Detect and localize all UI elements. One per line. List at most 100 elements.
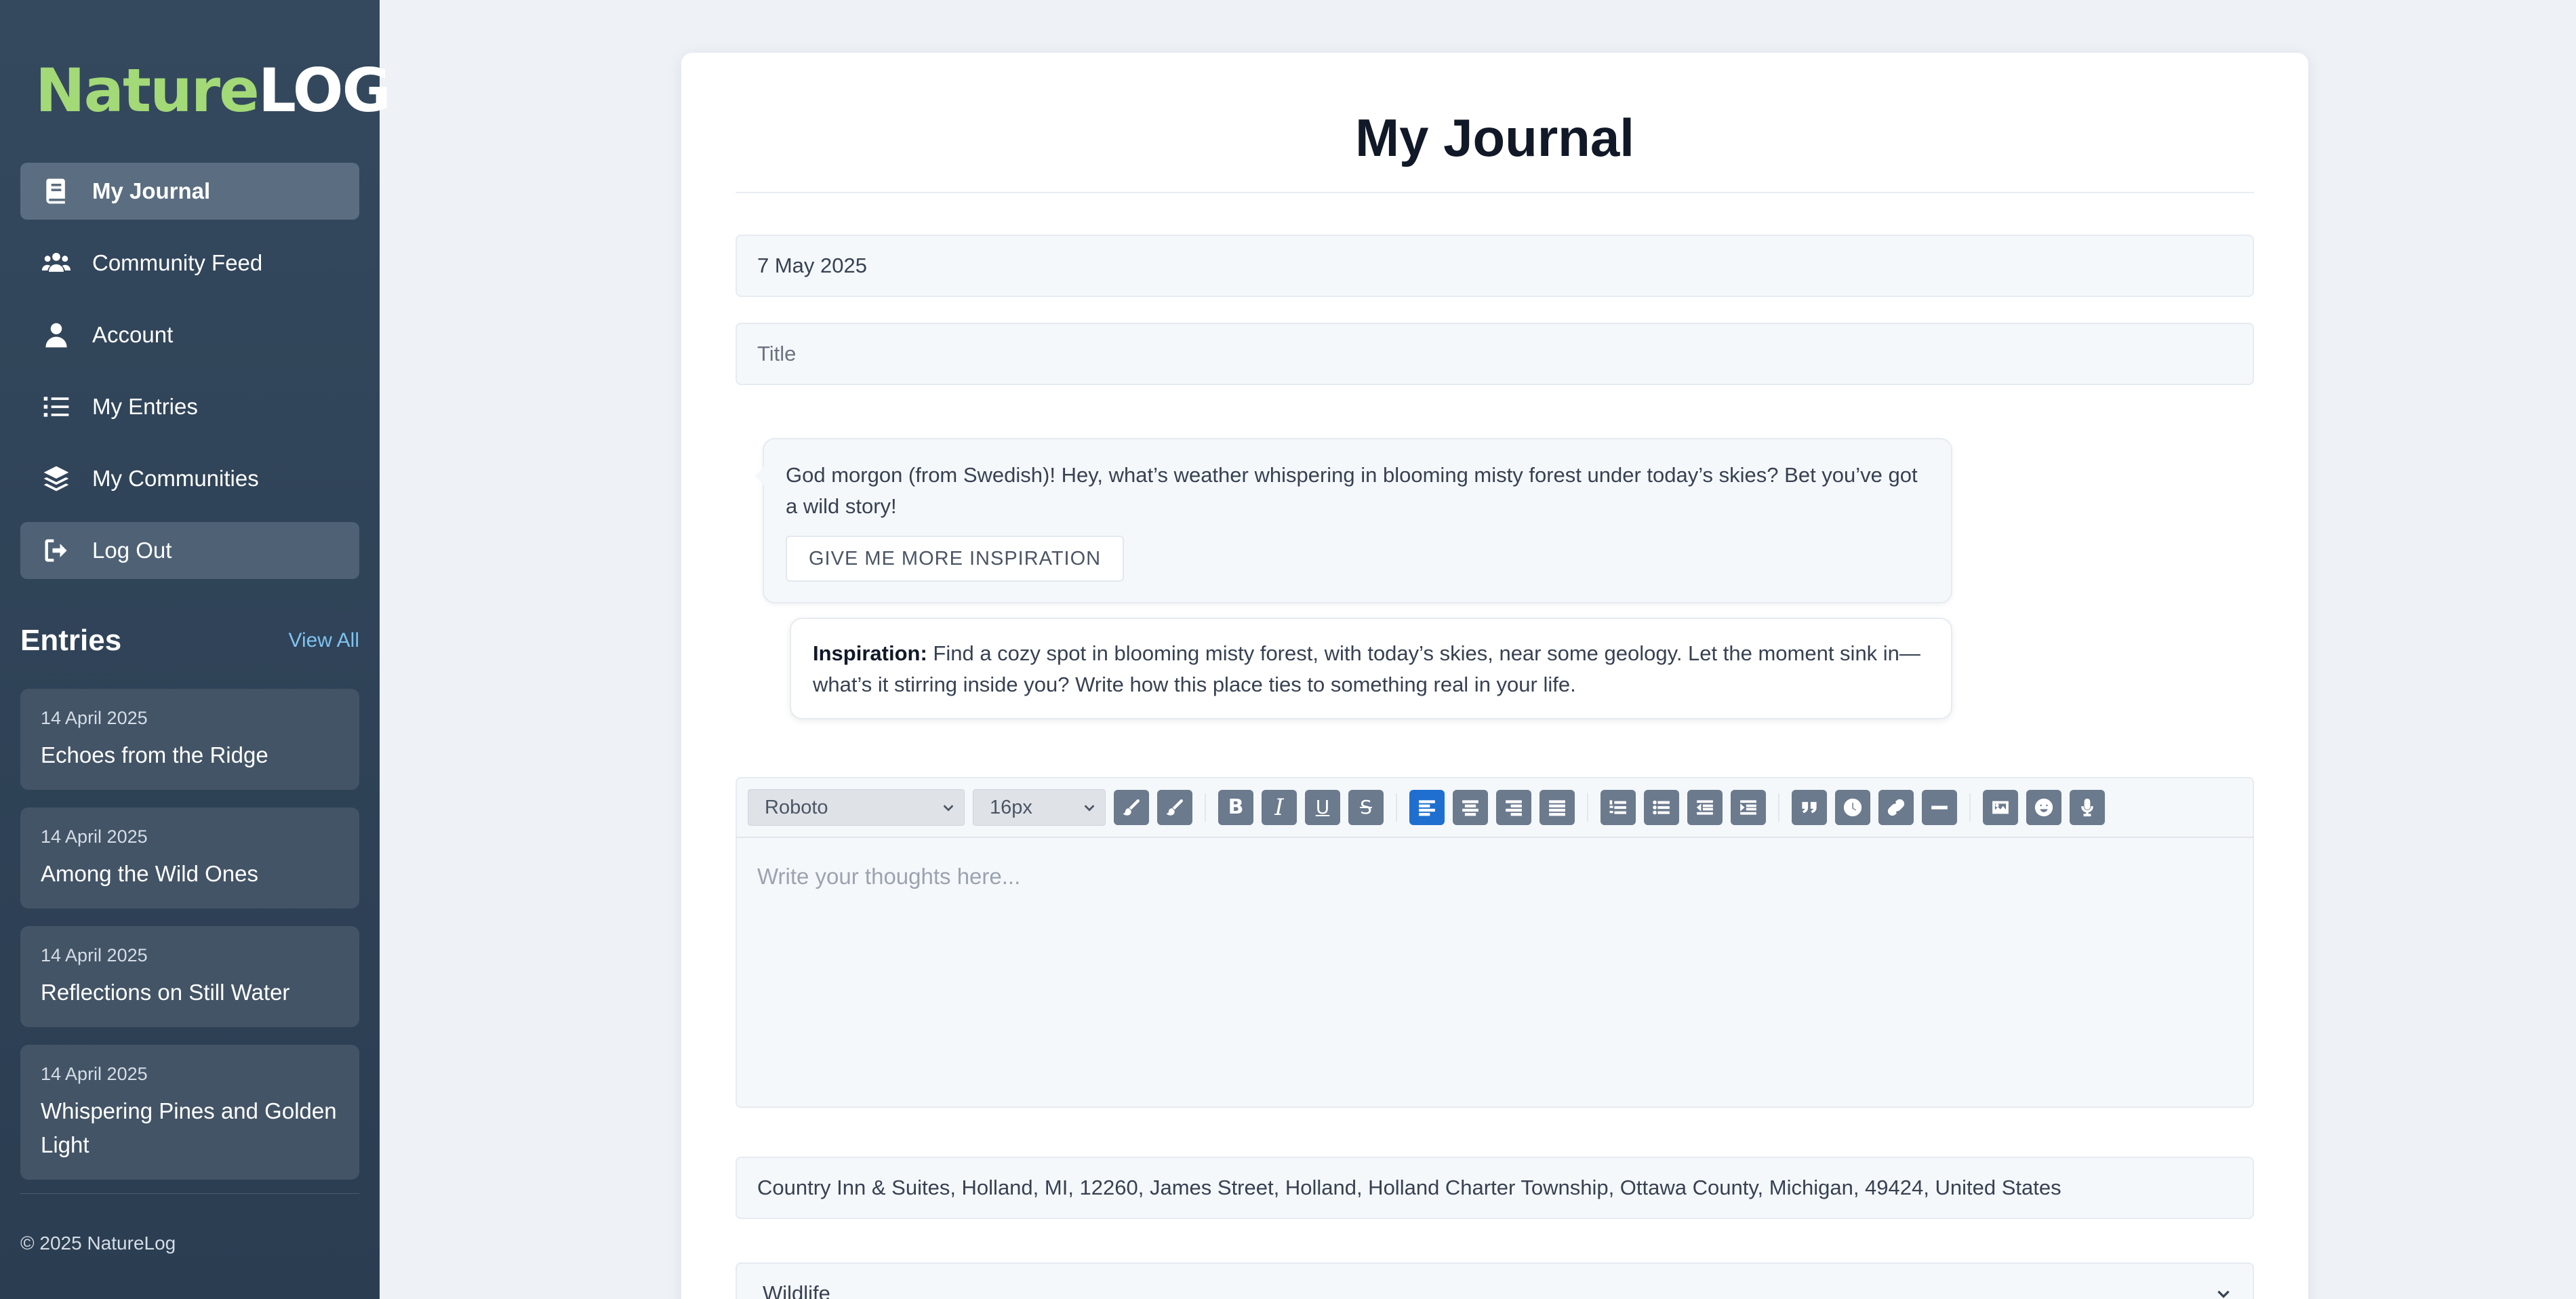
title-input[interactable]: Title xyxy=(736,323,2254,385)
bullet-list-button[interactable] xyxy=(1644,790,1679,825)
smiley-icon xyxy=(2034,798,2053,817)
list-icon xyxy=(41,391,72,422)
align-left-button[interactable] xyxy=(1409,790,1445,825)
location-field[interactable]: Country Inn & Suites, Holland, MI, 12260… xyxy=(736,1157,2254,1219)
chevron-down-icon xyxy=(1084,805,1095,812)
horizontal-rule-icon xyxy=(1931,805,1948,810)
insert-emoji-button[interactable] xyxy=(2026,790,2061,825)
entries-title: Entries xyxy=(20,624,122,657)
horizontal-rule-button[interactable] xyxy=(1922,790,1957,825)
entry-date: 14 April 2025 xyxy=(41,945,148,965)
brush-icon xyxy=(1166,799,1183,816)
strikethrough-button[interactable]: S xyxy=(1348,790,1384,825)
nav-item-label: Account xyxy=(92,322,174,347)
date-field[interactable]: 7 May 2025 xyxy=(736,235,2254,297)
voice-input-button[interactable] xyxy=(2070,790,2105,825)
font-family-value: Roboto xyxy=(765,796,828,818)
view-all-link[interactable]: View All xyxy=(288,629,359,652)
journal-text-editor[interactable]: Write your thoughts here... xyxy=(736,838,2254,1108)
underline-icon: U xyxy=(1315,796,1330,818)
outdent-button[interactable] xyxy=(1687,790,1723,825)
indent-icon xyxy=(1740,800,1756,815)
align-left-icon xyxy=(1419,800,1435,816)
outdent-icon xyxy=(1696,800,1713,815)
entry-card[interactable]: 14 April 2025 Reflections on Still Water xyxy=(20,926,359,1027)
entry-title: Whispering Pines and Golden Light xyxy=(41,1098,337,1157)
entry-card[interactable]: 14 April 2025 Whispering Pines and Golde… xyxy=(20,1045,359,1180)
insert-link-button[interactable] xyxy=(1878,790,1914,825)
insert-image-button[interactable] xyxy=(1983,790,2018,825)
align-center-icon xyxy=(1462,800,1478,816)
toolbar-separator xyxy=(1587,793,1588,822)
main-nav: My Journal Community Feed Account My Ent… xyxy=(20,163,359,594)
chevron-down-icon xyxy=(943,805,954,812)
nav-item-community-feed[interactable]: Community Feed xyxy=(20,235,359,292)
align-right-button[interactable] xyxy=(1496,790,1531,825)
toolbar-separator xyxy=(1396,793,1397,822)
copyright-text: © 2025 NatureLog xyxy=(20,1233,176,1254)
title-divider xyxy=(736,192,2254,193)
chevron-down-icon xyxy=(2217,1290,2230,1298)
nav-item-label: My Entries xyxy=(92,394,198,419)
underline-button[interactable]: U xyxy=(1305,790,1340,825)
inspiration-label: Inspiration: xyxy=(813,641,927,665)
image-icon xyxy=(1992,801,2009,814)
users-icon xyxy=(41,247,72,279)
bold-button[interactable]: B xyxy=(1218,790,1253,825)
layers-icon xyxy=(41,463,72,494)
entry-title: Echoes from the Ridge xyxy=(41,742,268,767)
inspiration-box: Inspiration: Find a cozy spot in bloomin… xyxy=(790,618,1952,719)
bold-icon: B xyxy=(1228,795,1244,819)
italic-button[interactable]: I xyxy=(1262,790,1297,825)
category-value: Wildlife xyxy=(763,1281,830,1299)
toolbar-separator xyxy=(1778,793,1779,822)
logo-part-log: LOG xyxy=(258,56,391,125)
entry-title: Among the Wild Ones xyxy=(41,861,258,886)
align-center-button[interactable] xyxy=(1453,790,1488,825)
indent-button[interactable] xyxy=(1731,790,1766,825)
toolbar-separator xyxy=(1205,793,1206,822)
nav-item-my-entries[interactable]: My Entries xyxy=(20,378,359,435)
sidebar: NatureLOG My Journal Community Feed Acco… xyxy=(0,0,391,1299)
blockquote-button[interactable] xyxy=(1792,790,1827,825)
font-family-select[interactable]: Roboto xyxy=(748,789,965,826)
quote-icon xyxy=(1802,801,1817,814)
nav-item-account[interactable]: Account xyxy=(20,306,359,363)
nav-item-my-communities[interactable]: My Communities xyxy=(20,450,359,507)
ordered-list-icon xyxy=(1609,800,1626,814)
editor-toolbar: Roboto 16px B I U S xyxy=(736,777,2254,838)
entry-list: 14 April 2025 Echoes from the Ridge 14 A… xyxy=(20,689,359,1197)
entry-card[interactable]: 14 April 2025 Among the Wild Ones xyxy=(20,807,359,908)
nav-item-label: My Journal xyxy=(92,178,211,203)
entry-date: 14 April 2025 xyxy=(41,708,148,728)
ordered-list-button[interactable] xyxy=(1601,790,1636,825)
insert-time-button[interactable] xyxy=(1835,790,1870,825)
entry-date: 14 April 2025 xyxy=(41,826,148,847)
page-title: My Journal xyxy=(1355,108,1634,167)
nav-item-my-journal[interactable]: My Journal xyxy=(20,163,359,220)
more-inspiration-button[interactable]: GIVE ME MORE INSPIRATION xyxy=(786,536,1125,582)
nav-item-log-out[interactable]: Log Out xyxy=(20,522,359,579)
bullet-list-icon xyxy=(1653,800,1670,815)
inspiration-text: Find a cozy spot in blooming misty fores… xyxy=(813,641,1920,696)
font-size-select[interactable]: 16px xyxy=(973,789,1106,826)
entry-title: Reflections on Still Water xyxy=(41,980,290,1005)
book-icon xyxy=(41,176,72,207)
entry-date: 14 April 2025 xyxy=(41,1064,148,1084)
prompt-bubble: God morgon (from Swedish)! Hey, what’s w… xyxy=(754,438,1952,603)
nav-item-label: My Communities xyxy=(92,466,259,491)
clock-icon xyxy=(1843,798,1862,817)
microphone-icon xyxy=(2081,798,2093,817)
app-logo[interactable]: NatureLOG xyxy=(35,61,391,121)
journal-card: My Journal 7 May 2025 Title God morgon (… xyxy=(681,53,2308,1299)
category-select[interactable]: Wildlife xyxy=(736,1262,2254,1299)
italic-icon: I xyxy=(1274,794,1284,821)
logout-icon xyxy=(41,535,72,566)
entries-header: Entries View All xyxy=(20,624,359,658)
user-icon xyxy=(41,319,72,351)
align-justify-button[interactable] xyxy=(1539,790,1575,825)
strikethrough-icon: S xyxy=(1360,796,1372,818)
text-color-button[interactable] xyxy=(1114,790,1149,825)
entry-card[interactable]: 14 April 2025 Echoes from the Ridge xyxy=(20,689,359,790)
highlight-color-button[interactable] xyxy=(1157,790,1192,825)
